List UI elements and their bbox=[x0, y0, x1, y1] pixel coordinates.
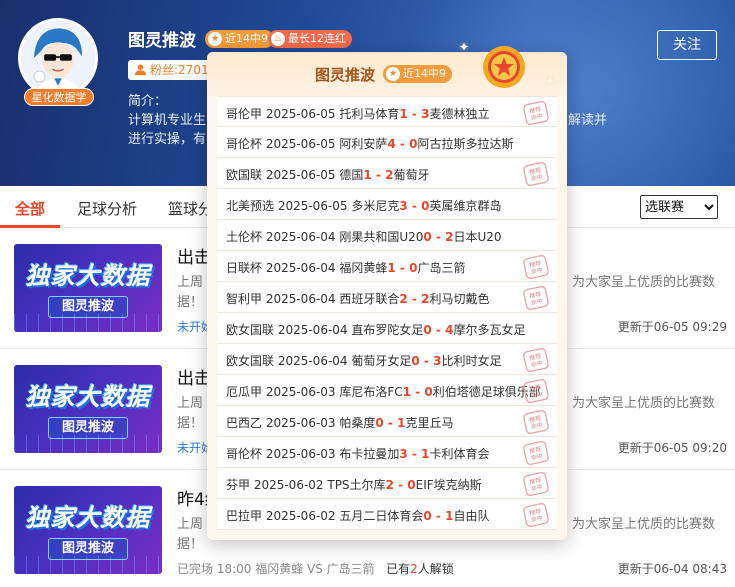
fans-count: 粉丝:2701 bbox=[128, 60, 215, 80]
hit-stamp-icon: 推荐命中 bbox=[523, 162, 549, 186]
record-text: 巴西乙 2025-06-03 帕桑度0 - 1克里丘马 bbox=[226, 416, 454, 430]
home-score: 1 bbox=[387, 261, 396, 275]
record-row[interactable]: 日联杯 2025-06-04 福冈黄蜂1 - 0广岛三箭 推荐 命中 bbox=[217, 251, 557, 282]
hit-stamp-icon: 推荐命中 bbox=[523, 286, 549, 310]
record-row[interactable]: 哥伦杯 2025-06-03 布卡拉曼加3 - 1卡利体育会 推荐 命中 bbox=[217, 437, 557, 468]
popup-title: 图灵推波 bbox=[315, 66, 376, 84]
medal-icon bbox=[483, 46, 525, 88]
active-tab-indicator bbox=[0, 225, 60, 228]
record-row[interactable]: 厄瓜甲 2025-06-03 库尼布洛FC1 - 0利伯塔德足球俱乐部 推荐 命中 bbox=[217, 375, 557, 406]
tab-all[interactable]: 全部 bbox=[15, 198, 45, 219]
unlock-count: 已有2人解锁 bbox=[386, 562, 454, 576]
record-text: 厄瓜甲 2025-06-03 库尼布洛FC1 - 0利伯塔德足球俱乐部 bbox=[226, 385, 541, 399]
record-text: 智利甲 2025-06-04 西班牙联合2 - 2利马切戴色 bbox=[226, 292, 490, 306]
sparkle-icon: ✦ bbox=[459, 40, 470, 54]
follow-button[interactable]: 关注 bbox=[657, 30, 717, 60]
hit-stamp-icon: 推荐命中 bbox=[523, 410, 549, 434]
popup-header: 图灵推波 ★ 近14中9 ✦ ✦ bbox=[207, 40, 567, 96]
hit-stamp-icon: 推荐命中 bbox=[523, 348, 549, 372]
streak-badge: ♨ 最长12连红 bbox=[268, 30, 352, 48]
home-score: 1 bbox=[402, 385, 412, 399]
record-row[interactable]: 巴西乙 2025-06-03 帕桑度0 - 1克里丘马 推荐 命中 bbox=[217, 406, 557, 437]
home-score: 1 bbox=[363, 168, 372, 182]
record-row[interactable]: 北美预选 2025-06-05 多米尼克3 - 0英属维京群岛 bbox=[217, 189, 557, 220]
home-score: 2 bbox=[399, 292, 408, 306]
record-text: 日联杯 2025-06-04 福冈黄蜂1 - 0广岛三箭 bbox=[226, 261, 466, 275]
update-time: 更新于06-05 09:29 bbox=[617, 320, 727, 334]
record-row[interactable]: 欧女国联 2025-06-04 葡萄牙女足0 - 3比利时女足 推荐 命中 bbox=[217, 344, 557, 375]
home-score: 0 bbox=[411, 354, 420, 368]
flame-icon: ♨ bbox=[271, 32, 285, 46]
home-score: 0 bbox=[423, 323, 432, 337]
home-score: 3 bbox=[399, 199, 408, 213]
record-text: 土伦杯 2025-06-04 刚果共和国U200 - 2日本U20 bbox=[226, 230, 502, 244]
tab-football[interactable]: 足球分析 bbox=[77, 198, 137, 219]
article-thumbnail[interactable]: 独家大数据 图灵推波 bbox=[14, 486, 162, 574]
sparkle-icon: ✦ bbox=[545, 74, 556, 88]
article-title[interactable]: 出击 bbox=[177, 243, 211, 268]
article-title[interactable]: 出击 bbox=[177, 364, 211, 389]
record-popup: 图灵推波 ★ 近14中9 ✦ ✦ 哥伦甲 2025-06-05 托利马体育1 -… bbox=[207, 40, 567, 540]
hit-stamp-icon: 推荐命中 bbox=[523, 503, 549, 527]
update-time: 更新于06-05 09:20 bbox=[617, 441, 727, 455]
home-score: 0 bbox=[423, 230, 432, 244]
away-score: 0 bbox=[407, 478, 416, 492]
record-row[interactable]: 智利甲 2025-06-04 西班牙联合2 - 2利马切戴色 推荐 命中 bbox=[217, 282, 557, 313]
profile-intro-continued: 解读并 bbox=[568, 113, 608, 128]
record-row[interactable]: 巴拉甲 2025-06-02 五月二日体育会0 - 1自由队 推荐 命中 bbox=[217, 499, 557, 530]
hit-stamp-icon: 推荐命中 bbox=[523, 379, 549, 403]
star-icon: ★ bbox=[208, 32, 222, 46]
away-score: 0 bbox=[424, 385, 433, 399]
hit-stamp-icon: 推荐命中 bbox=[523, 101, 549, 125]
record-row[interactable]: 土伦杯 2025-06-04 刚果共和国U200 - 2日本U20 bbox=[217, 220, 557, 251]
article-thumbnail[interactable]: 独家大数据 图灵推波 bbox=[14, 244, 162, 332]
record-text: 芬甲 2025-06-02 TPS土尔库2 - 0EIF埃克纳斯 bbox=[226, 478, 482, 492]
record-text: 哥伦杯 2025-06-05 阿利安萨4 - 0阿古拉斯多拉达斯 bbox=[226, 137, 514, 151]
record-row[interactable]: 芬甲 2025-06-02 TPS土尔库2 - 0EIF埃克纳斯 推荐 命中 bbox=[217, 468, 557, 499]
record-text: 欧国联 2025-06-05 德国1 - 2葡萄牙 bbox=[226, 168, 430, 182]
home-score: 2 bbox=[385, 478, 394, 492]
record-text: 哥伦杯 2025-06-03 布卡拉曼加3 - 1卡利体育会 bbox=[226, 447, 490, 461]
record-row[interactable]: 欧女国联 2025-06-04 直布罗陀女足0 - 4摩尔多瓦女足 bbox=[217, 313, 557, 344]
record-text: 欧女国联 2025-06-04 葡萄牙女足0 - 3比利时女足 bbox=[226, 354, 502, 368]
user-icon bbox=[134, 64, 147, 76]
avatar[interactable] bbox=[18, 18, 98, 98]
record-row[interactable]: 哥伦杯 2025-06-05 阿利安萨4 - 0阿古拉斯多拉达斯 bbox=[217, 127, 557, 158]
update-time: 更新于06-04 08:43 bbox=[617, 562, 727, 576]
league-select[interactable]: 选联赛 bbox=[640, 195, 718, 219]
home-score: 0 bbox=[375, 416, 384, 430]
home-score: 4 bbox=[387, 137, 396, 151]
record-row[interactable]: 欧国联 2025-06-05 德国1 - 2葡萄牙 推荐 命中 bbox=[217, 158, 557, 189]
profile-name: 图灵推波 bbox=[128, 31, 196, 51]
article-thumbnail[interactable]: 独家大数据 图灵推波 bbox=[14, 365, 162, 453]
avatar-illustration-icon bbox=[21, 21, 95, 95]
home-score: 0 bbox=[423, 509, 432, 523]
record-text: 巴拉甲 2025-06-02 五月二日体育会0 - 1自由队 bbox=[226, 509, 490, 523]
match-status: 已完场 18:00 福冈黄蜂 VS 广岛三箭 已有2人解锁 bbox=[177, 562, 454, 576]
hit-stamp-icon: 推荐命中 bbox=[523, 441, 549, 465]
record-text: 北美预选 2025-06-05 多米尼克3 - 0英属维京群岛 bbox=[226, 199, 502, 213]
record-text: 哥伦甲 2025-06-05 托利马体育1 - 3麦德林独立 bbox=[226, 107, 490, 121]
home-score: 1 bbox=[399, 107, 408, 121]
recent-record-badge: ★ 近14中9 bbox=[205, 30, 274, 48]
home-score: 3 bbox=[399, 447, 408, 461]
avatar-tag: 星化数据学 bbox=[24, 88, 94, 106]
hit-stamp-icon: 推荐命中 bbox=[523, 472, 549, 496]
record-text: 欧女国联 2025-06-04 直布罗陀女足0 - 4摩尔多瓦女足 bbox=[226, 323, 526, 337]
popup-record-badge: ★ 近14中9 bbox=[383, 65, 452, 83]
star-icon: ★ bbox=[386, 67, 400, 81]
record-row[interactable]: 哥伦甲 2025-06-05 托利马体育1 - 3麦德林独立 推荐 命中 bbox=[217, 96, 557, 127]
hit-stamp-icon: 推荐命中 bbox=[523, 255, 549, 279]
record-list: 哥伦甲 2025-06-05 托利马体育1 - 3麦德林独立 推荐 命中 哥伦杯 20… bbox=[217, 96, 557, 530]
